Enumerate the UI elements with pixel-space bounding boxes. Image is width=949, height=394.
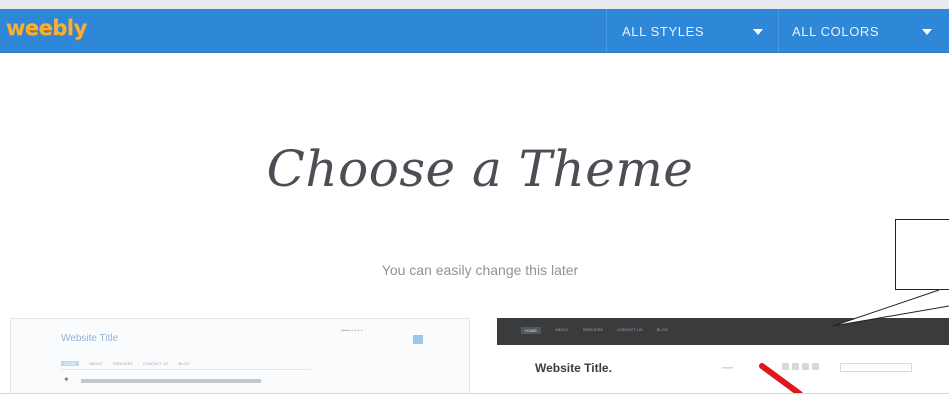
theme-card[interactable]: HOME ABOUT SERVICES CONTACT US BLOG Webs… [497,318,949,394]
theme-nav-item: ABOUT [555,327,569,332]
page-title: Choose a Theme [266,140,694,198]
annotation-callout-box [895,219,949,290]
caret-down-icon [753,29,763,35]
theme-header-text: ▪▪▪▪▪▪▪▪ [722,365,734,370]
theme-nav-item: SERVICES [112,361,133,366]
nav-divider [606,9,607,53]
all-styles-label: ALL STYLES [622,23,705,39]
social-icon [792,363,799,370]
theme-nav-bar: HOME ABOUT SERVICES CONTACT US BLOG [497,318,949,345]
theme-nav-item: HOME [61,361,79,366]
page-subtitle: You can easily change this later [381,262,579,278]
theme-nav: HOME ABOUT SERVICES CONTACT US BLOG [521,327,668,334]
social-icon [802,363,809,370]
theme-nav-item: BLOG [178,361,190,366]
all-colors-dropdown[interactable]: ALL COLORS [792,9,949,53]
top-strip [0,0,949,9]
theme-search-box [840,363,912,372]
theme-placeholder-text [81,379,261,383]
all-styles-dropdown[interactable]: ALL STYLES [622,9,772,53]
theme-nav-item: CONTACT US [142,361,169,366]
theme-nav-item: CONTACT US [616,327,643,332]
theme-site-title: Website Title. [535,361,612,375]
theme-divider [61,369,311,370]
social-icon [782,363,789,370]
theme-header-widgets: ▪▪▪▪▪ ▪ ▪ ▪ ▪ [341,328,363,334]
all-colors-label: ALL COLORS [792,23,880,39]
theme-nav-item: HOME [521,327,541,334]
theme-nav: HOME ABOUT SERVICES CONTACT US BLOG [61,361,190,366]
theme-card[interactable]: Website Title ▪▪▪▪▪ ▪ ▪ ▪ ▪ HOME ABOUT S… [10,318,470,394]
bullet-icon: ✦ [63,375,70,384]
theme-nav-item: BLOG [656,327,668,332]
header-bar: weebly ALL STYLES ALL COLORS [0,9,949,53]
theme-nav-item: SERVICES [582,327,603,332]
social-icon [812,363,819,370]
theme-site-title: Website Title [61,333,119,344]
theme-nav-item: ABOUT [89,361,103,366]
weebly-logo[interactable]: weebly [6,16,87,40]
nav-divider [778,9,779,53]
theme-thumbnail-icon [413,335,423,344]
caret-down-icon [922,29,932,35]
social-icons [782,363,819,370]
